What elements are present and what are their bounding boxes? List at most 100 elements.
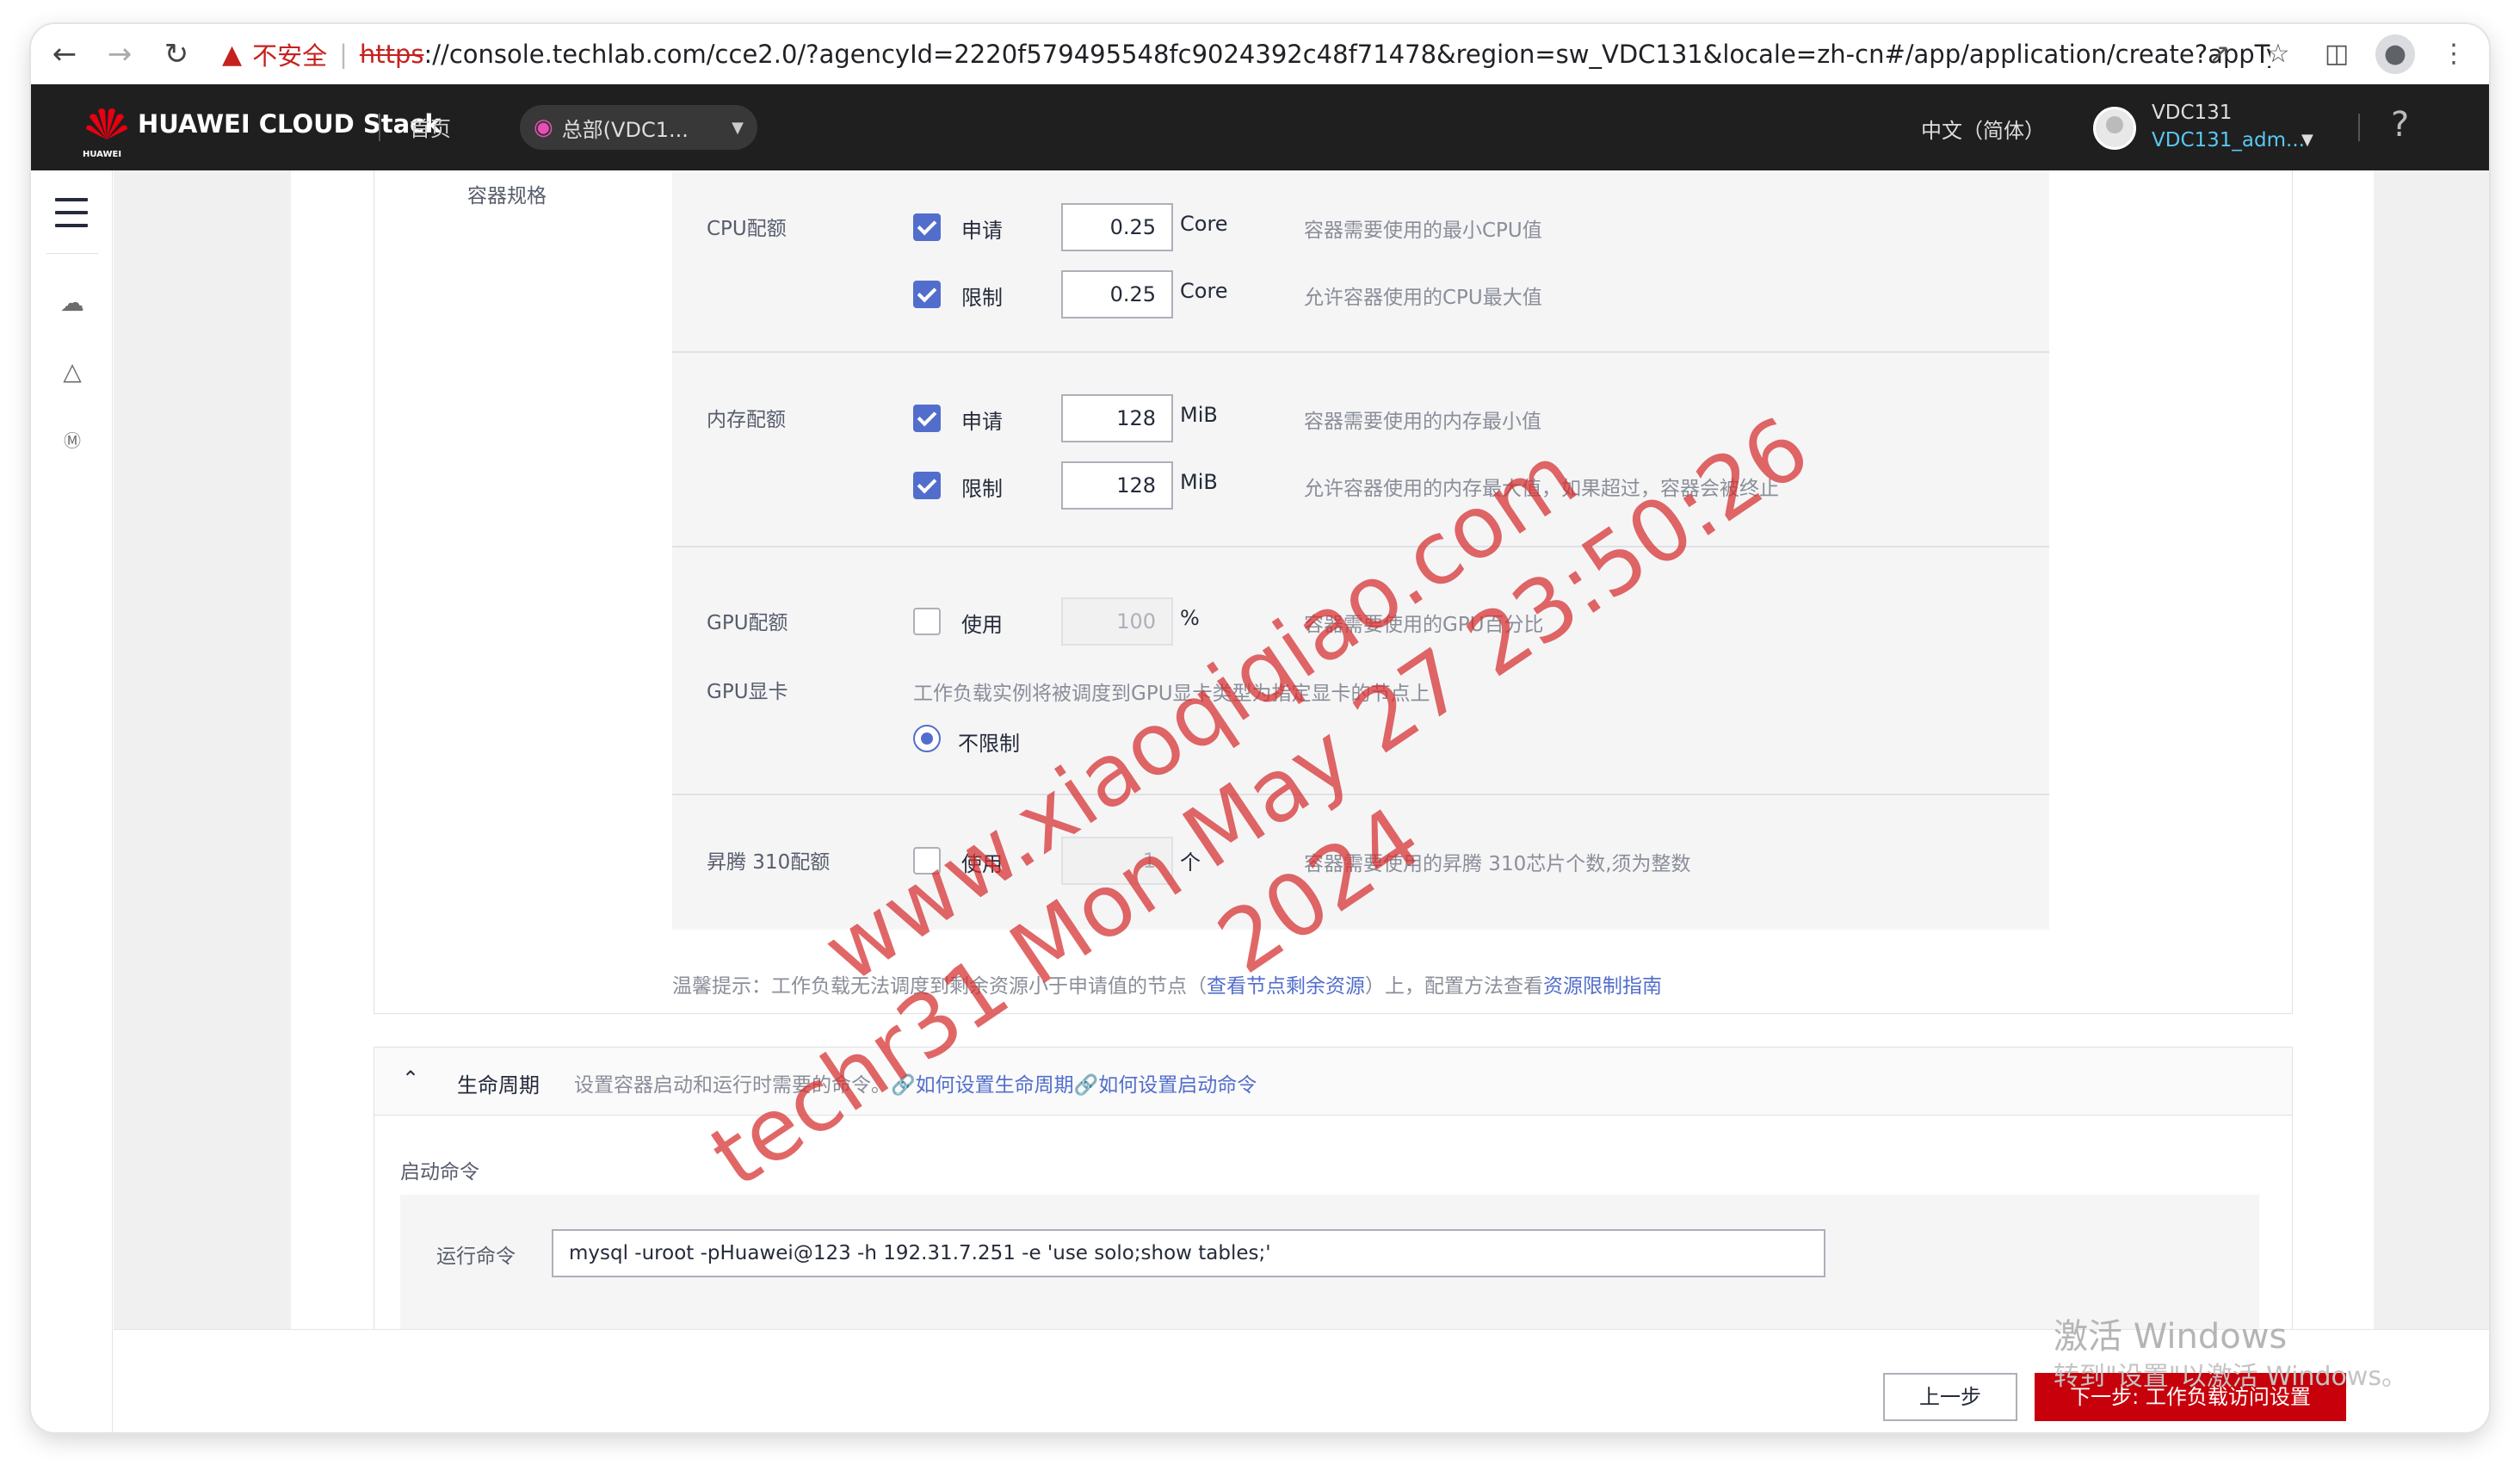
start-command-label: 启动命令 — [400, 1161, 479, 1184]
browser-window: ← → ↻ ▲ 不安全 | https ://console.techlab.c… — [31, 24, 2489, 1432]
back-icon[interactable]: ← — [45, 34, 84, 74]
lifecycle-desc-text: 设置容器启动和运行时需要的命令。 — [574, 1074, 891, 1097]
view-node-resources-link[interactable]: 查看节点剩余资源 — [1207, 975, 1365, 998]
home-link[interactable]: 首页 — [410, 112, 451, 142]
kebab-menu-icon[interactable]: ⋮ — [2434, 34, 2474, 74]
forward-icon[interactable]: → — [100, 34, 139, 74]
spec-divider — [672, 351, 2049, 353]
brand-logo[interactable]: HUAWEI HUAWEI CLOUD Stack — [83, 100, 442, 159]
huawei-logo-icon: HUAWEI — [83, 100, 131, 159]
sidebar-divider — [46, 253, 98, 254]
ascend-quota-title: 昇腾 310配额 — [707, 851, 831, 874]
resource-tip: 温馨提示：工作负载无法调度到剩余资源小于申请值的节点（查看节点剩余资源）上，配置… — [672, 969, 1662, 998]
header-divider — [379, 114, 380, 141]
cloud-icon[interactable]: ☁ — [55, 286, 90, 320]
memory-request-input[interactable]: 128 — [1061, 394, 1173, 442]
spec-box: CPU配额 申请 0.25 Core 容器需要使用的最小CPU值 限制 0.25… — [672, 170, 2049, 930]
start-command-box: 运行命令 mysql -uroot -pHuawei@123 -h 192.31… — [400, 1195, 2259, 1329]
gpu-quota-title: GPU配额 — [707, 612, 788, 634]
memory-request-checkbox[interactable] — [913, 405, 941, 432]
memory-limit-checkbox[interactable] — [913, 472, 941, 499]
cpu-request-label: 申请 — [961, 219, 1003, 243]
left-sidebar: ☁ △ Ⓜ — [31, 170, 113, 1432]
user-avatar[interactable] — [2093, 107, 2136, 150]
menu-icon[interactable] — [55, 198, 88, 227]
lifecycle-title: 生命周期 — [457, 1073, 540, 1097]
ascend-use-checkbox[interactable] — [913, 847, 941, 875]
lifecycle-desc: 设置容器启动和运行时需要的命令。🔗如何设置生命周期🔗如何设置启动命令 — [574, 1068, 1257, 1097]
memory-quota-title: 内存配额 — [707, 409, 786, 431]
region-selector[interactable]: ◉ 总部(VDC1... ▼ — [520, 105, 757, 150]
help-icon[interactable]: ? — [2391, 105, 2409, 145]
cpu-request-checkbox[interactable] — [913, 213, 941, 241]
workspace: 容器规格 CPU配额 申请 0.25 Core 容器需要使用的最小CPU值 限制… — [114, 170, 2489, 1329]
insecure-label: 不安全 — [252, 41, 328, 71]
ascend-count-hint: 容器需要使用的昇腾 310芯片个数,须为整数 — [1304, 853, 1691, 875]
spec-divider — [672, 546, 2049, 547]
cpu-request-unit: Core — [1180, 212, 1228, 236]
star-icon[interactable]: ☆ — [2258, 34, 2298, 74]
memory-request-label: 申请 — [961, 410, 1003, 434]
gpu-card-title: GPU显卡 — [707, 681, 788, 703]
resource-limit-guide-link[interactable]: 资源限制指南 — [1543, 975, 1662, 998]
ascend-count-unit: 个 — [1180, 850, 1201, 875]
cpu-request-input[interactable]: 0.25 — [1061, 203, 1173, 251]
address-bar[interactable]: ▲ 不安全 | https ://console.techlab.com/cce… — [222, 33, 2270, 76]
link-icon: 🔗 — [891, 1074, 916, 1097]
create-workload-page: 容器规格 CPU配额 申请 0.25 Core 容器需要使用的最小CPU值 限制… — [291, 170, 2374, 1329]
lifecycle-section-header[interactable]: ⌃ 生命周期 设置容器启动和运行时需要的命令。🔗如何设置生命周期🔗如何设置启动命… — [374, 1047, 2293, 1116]
cpu-limit-hint: 允许容器使用的CPU最大值 — [1304, 287, 1542, 309]
sidepanel-icon[interactable]: ◫ — [2317, 34, 2356, 74]
gpu-percent-hint: 容器需要使用的GPU百分比 — [1304, 614, 1544, 636]
tip-text-mid: ）上，配置方法查看 — [1365, 975, 1543, 998]
lifecycle-help-link[interactable]: 🔗如何设置生命周期 — [891, 1074, 1074, 1097]
previous-step-button[interactable]: 上一步 — [1883, 1373, 2017, 1421]
user-name[interactable]: VDC131 — [2152, 102, 2232, 124]
cpu-limit-input[interactable]: 0.25 — [1061, 270, 1173, 318]
caret-down-icon: ▼ — [732, 118, 744, 137]
address-separator: | — [339, 40, 348, 69]
url-scheme: https — [359, 40, 424, 69]
header-divider — [2358, 114, 2360, 141]
memory-request-unit: MiB — [1180, 403, 1218, 427]
gpu-card-desc: 工作负载实例将被调度到GPU显卡类型为指定显卡的节点上 — [913, 683, 1430, 705]
gpu-use-label: 使用 — [961, 613, 1003, 637]
tip-text-prefix: 温馨提示：工作负载无法调度到剩余资源小于申请值的节点（ — [672, 975, 1207, 998]
language-switcher[interactable]: 中文（简体） — [1921, 114, 2045, 144]
cpu-limit-checkbox[interactable] — [913, 281, 941, 308]
profile-icon[interactable]: ● — [2375, 34, 2415, 74]
run-command-input[interactable]: mysql -uroot -pHuawei@123 -h 192.31.7.25… — [552, 1229, 1825, 1277]
gpu-unlimited-radio[interactable] — [913, 725, 941, 752]
container-config-card: 容器规格 CPU配额 申请 0.25 Core 容器需要使用的最小CPU值 限制… — [374, 170, 2293, 1014]
gpu-use-checkbox[interactable] — [913, 608, 941, 635]
cpu-request-hint: 容器需要使用的最小CPU值 — [1304, 219, 1542, 242]
gpu-percent-unit: % — [1180, 606, 1200, 630]
memory-limit-input[interactable]: 128 — [1061, 461, 1173, 510]
user-account[interactable]: VDC131_adm... — [2152, 129, 2305, 151]
memory-limit-hint: 允许容器使用的内存最大值，如果超过，容器会被终止 — [1304, 478, 1779, 500]
cpu-limit-label: 限制 — [961, 286, 1003, 310]
share-icon[interactable]: ↗ — [2200, 34, 2239, 74]
ip-icon[interactable]: Ⓜ — [55, 423, 90, 458]
spec-divider — [672, 794, 2049, 795]
user-menu-caret-icon[interactable]: ▼ — [2301, 131, 2313, 149]
windows-activation-title: 激活 Windows — [2054, 1317, 2288, 1357]
link-icon: 🔗 — [1073, 1074, 1099, 1097]
chevron-up-icon[interactable]: ⌃ — [402, 1066, 419, 1091]
gpu-percent-input[interactable]: 100 — [1061, 597, 1173, 646]
gpu-unlimited-label: 不限制 — [958, 732, 1020, 756]
warning-icon: ▲ — [222, 39, 243, 70]
start-command-help-link-label: 如何设置启动命令 — [1098, 1074, 1257, 1097]
reload-icon[interactable]: ↻ — [157, 34, 196, 74]
container-spec-label: 容器规格 — [467, 185, 547, 207]
deploy-icon[interactable]: △ — [55, 355, 90, 389]
url-text: ://console.techlab.com/cce2.0/?agencyId=… — [423, 40, 2270, 69]
ascend-use-label: 使用 — [961, 852, 1003, 876]
ascend-count-input[interactable]: 1 — [1061, 837, 1173, 885]
cpu-limit-unit: Core — [1180, 279, 1228, 303]
region-label: 总部(VDC1... — [561, 117, 689, 142]
windows-activation-hint: 转到"设置"以激活 Windows。 — [2054, 1362, 2408, 1392]
cpu-quota-title: CPU配额 — [707, 218, 787, 240]
start-command-help-link[interactable]: 🔗如何设置启动命令 — [1074, 1074, 1257, 1097]
memory-limit-unit: MiB — [1180, 470, 1218, 494]
